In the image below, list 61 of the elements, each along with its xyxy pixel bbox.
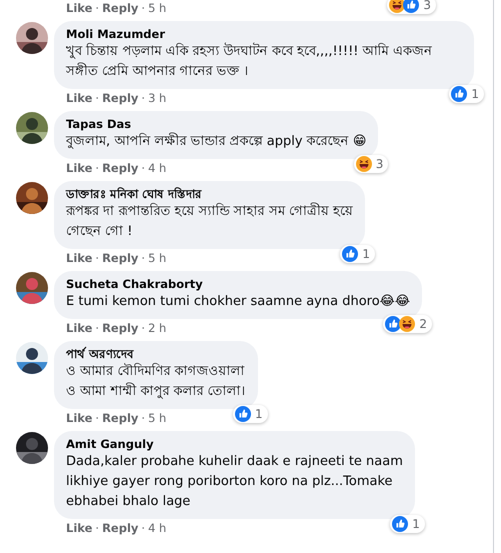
- reaction-count: 1: [255, 407, 263, 421]
- separator-dot: ·: [141, 411, 146, 426]
- comment-text: Dada,kaler probahe kuhelir daak e rajneeti te naam likhiye gayer rong poriborton koro na plz...Tomake ebhabei bhalo lage: [66, 453, 403, 511]
- reply-link[interactable]: Reply: [102, 321, 138, 336]
- separator-dot: ·: [141, 521, 146, 536]
- separator-dot: ·: [141, 161, 146, 176]
- author-name[interactable]: Moli Mazumder: [66, 27, 462, 42]
- like-link[interactable]: Like: [66, 91, 92, 106]
- author-name[interactable]: ডাক্তারঃ মনিকা ঘোষ দস্তিদার: [66, 187, 354, 202]
- reply-link[interactable]: Reply: [102, 161, 138, 176]
- separator-dot: ·: [95, 91, 100, 106]
- like-link[interactable]: Like: [66, 321, 92, 336]
- comment-time[interactable]: 3 h: [148, 91, 166, 106]
- author-name[interactable]: Tapas Das: [66, 117, 366, 132]
- reaction-badge[interactable]: 1: [449, 85, 484, 103]
- comment-text: বুজলাম, আপনি লক্ষীর ভান্ডার প্রকল্পে apply করেছেন 😁: [66, 132, 366, 151]
- reaction-count: 2: [419, 317, 428, 331]
- reply-link[interactable]: Reply: [102, 251, 138, 266]
- reaction-badge[interactable]: 1: [340, 245, 376, 263]
- comment-text: ও আমার বৌদিমণির কাগজওয়ালা ও আমা শাম্মী কাপুর কলার তোলা।: [66, 362, 246, 401]
- like-link[interactable]: Like: [66, 411, 92, 426]
- reaction-count: 1: [471, 87, 479, 101]
- reply-link[interactable]: Reply: [102, 91, 138, 106]
- reaction-count: 3: [423, 0, 431, 12]
- reply-link[interactable]: Reply: [102, 411, 138, 426]
- like-link[interactable]: Like: [66, 161, 92, 176]
- reaction-count: 3: [376, 157, 384, 171]
- like-link[interactable]: Like: [66, 1, 92, 16]
- reaction-badge[interactable]: 2: [383, 315, 432, 333]
- separator-dot: ·: [141, 321, 146, 336]
- comment-text: খুব চিন্তায় পড়লাম একি রহস্য উদঘাটন কবে হবে,,,,!!!!! আমি একজন সঙ্গীত প্রেমি আপনার গানের ভক্ত ।: [66, 42, 433, 81]
- author-name[interactable]: Amit Ganguly: [66, 437, 403, 452]
- separator-dot: ·: [141, 91, 146, 106]
- separator-dot: ·: [95, 411, 100, 426]
- separator-dot: ·: [141, 251, 146, 266]
- author-name[interactable]: Sucheta Chakraborty: [66, 277, 410, 292]
- separator-dot: ·: [95, 521, 100, 536]
- comment-time[interactable]: 4 h: [148, 521, 166, 536]
- reply-link[interactable]: Reply: [102, 521, 138, 536]
- comment-time[interactable]: 2 h: [148, 321, 166, 336]
- reaction-count: 1: [412, 517, 420, 531]
- separator-dot: ·: [95, 251, 100, 266]
- comment-time[interactable]: 5 h: [148, 1, 166, 16]
- separator-dot: ·: [141, 1, 146, 16]
- separator-dot: ·: [95, 321, 100, 336]
- reaction-badge[interactable]: 3: [354, 155, 388, 173]
- separator-dot: ·: [95, 1, 100, 16]
- reaction-count: 1: [362, 247, 370, 261]
- reaction-badge[interactable]: 1: [233, 405, 268, 423]
- reaction-badge[interactable]: 3: [387, 0, 436, 14]
- reaction-badge[interactable]: 1: [390, 515, 425, 533]
- author-name[interactable]: পার্থ অরণ্যদেব: [66, 347, 246, 362]
- comment-time[interactable]: 5 h: [148, 251, 166, 266]
- comment-time[interactable]: 4 h: [148, 161, 166, 176]
- reply-link[interactable]: Reply: [102, 1, 138, 16]
- separator-dot: ·: [95, 161, 100, 176]
- comment-text: E tumi kemon tumi chokher saamne ayna dhoro😂😂: [66, 293, 410, 311]
- like-link[interactable]: Like: [66, 521, 92, 536]
- comment-text: রূপঙ্কর দা রূপান্তরিত হয়ে স্যান্ডি সাহার সম গোত্রীয় হয়ে গেছেন গো !: [66, 202, 354, 241]
- like-link[interactable]: Like: [66, 251, 92, 266]
- comment-time[interactable]: 5 h: [148, 411, 166, 426]
